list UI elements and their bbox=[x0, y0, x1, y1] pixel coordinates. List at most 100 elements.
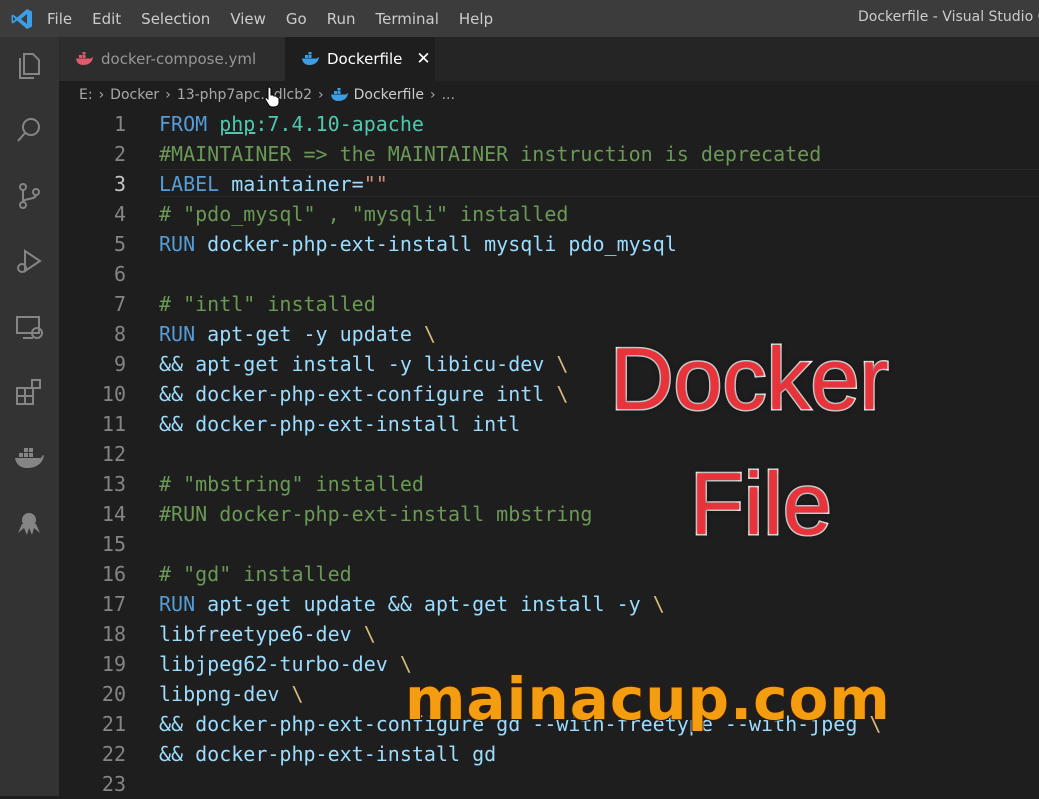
line-number: 15 bbox=[101, 532, 126, 556]
code-token: #RUN docker-php-ext-install mbstring bbox=[159, 502, 593, 526]
remote-explorer-icon[interactable] bbox=[13, 311, 45, 343]
line-number: 23 bbox=[101, 772, 126, 796]
octopus-icon[interactable] bbox=[13, 507, 45, 539]
code-line[interactable]: 18 libfreetype6-dev \ bbox=[59, 619, 1039, 649]
docker-compose-icon bbox=[76, 52, 93, 65]
line-number: 5 bbox=[113, 232, 126, 256]
code-text: FROM php:7.4.10-apache bbox=[159, 109, 424, 139]
breadcrumb-current-label: Dockerfile bbox=[353, 87, 424, 103]
code-line[interactable]: 1 FROM php:7.4.10-apache bbox=[59, 109, 1039, 139]
line-number: 11 bbox=[101, 412, 126, 436]
code-token: # "pdo_mysql" , "mysqli" installed bbox=[159, 202, 569, 226]
code-line[interactable]: 4 # "pdo_mysql" , "mysqli" installed bbox=[59, 199, 1039, 229]
search-icon[interactable] bbox=[13, 114, 45, 146]
line-number: 7 bbox=[113, 292, 126, 316]
code-line[interactable]: 2 #MAINTAINER => the MAINTAINER instructi… bbox=[59, 139, 1039, 169]
line-number: 10 bbox=[101, 382, 126, 406]
line-number: 14 bbox=[101, 502, 126, 526]
extensions-icon[interactable] bbox=[13, 376, 45, 408]
title-bar: File Edit Selection View Go Run Terminal… bbox=[0, 0, 1039, 37]
code-text: # "intl" installed bbox=[159, 289, 376, 319]
breadcrumb-item-current[interactable]: Dockerfile bbox=[330, 87, 424, 103]
code-token: \ bbox=[556, 352, 569, 376]
code-token: && docker-php-ext-configure intl bbox=[159, 382, 557, 406]
code-line[interactable]: 5 RUN docker-php-ext-install mysqli pdo_m… bbox=[59, 229, 1039, 259]
code-line[interactable]: 11 && docker-php-ext-install intl bbox=[59, 409, 1039, 439]
line-number: 3 bbox=[113, 172, 126, 196]
code-token: apt-get -y update bbox=[207, 322, 424, 346]
line-number: 19 bbox=[101, 652, 126, 676]
tab-docker-compose[interactable]: docker-compose.yml bbox=[59, 37, 285, 81]
line-number: 13 bbox=[101, 472, 126, 496]
line-number: 17 bbox=[101, 592, 126, 616]
overlay-title-docker: Docker bbox=[609, 329, 891, 428]
menu-file[interactable]: File bbox=[42, 10, 77, 28]
code-token: "" bbox=[363, 172, 388, 196]
docker-icon[interactable] bbox=[13, 441, 45, 473]
code-token: RUN bbox=[159, 322, 208, 346]
line-number: 6 bbox=[113, 262, 126, 286]
code-token: RUN bbox=[159, 592, 208, 616]
menu-edit[interactable]: Edit bbox=[87, 10, 126, 28]
line-number: 12 bbox=[101, 442, 126, 466]
docker-icon bbox=[330, 88, 348, 101]
tab-dockerfile[interactable]: Dockerfile ✕ bbox=[285, 37, 435, 81]
menu-help[interactable]: Help bbox=[454, 10, 498, 28]
code-text: && apt-get install -y libicu-dev \ bbox=[159, 349, 568, 379]
breadcrumb-item-drive[interactable]: E: bbox=[79, 87, 93, 103]
menu-terminal[interactable]: Terminal bbox=[371, 10, 444, 28]
code-line[interactable]: 17 RUN apt-get update && apt-get install … bbox=[59, 589, 1039, 619]
code-token: \ bbox=[652, 592, 665, 616]
code-token: libpng-dev bbox=[159, 682, 292, 706]
breadcrumb-item-docker[interactable]: Docker bbox=[110, 87, 159, 103]
code-token: apt-get update && apt-get install -y bbox=[207, 592, 653, 616]
code-line[interactable]: 8 RUN apt-get -y update \ bbox=[59, 319, 1039, 349]
code-token: docker-php-ext-install mysqli pdo_mysql bbox=[207, 232, 677, 256]
menu-run[interactable]: Run bbox=[322, 10, 361, 28]
code-line[interactable]: 10 && docker-php-ext-configure intl \ bbox=[59, 379, 1039, 409]
docker-icon bbox=[302, 52, 319, 65]
breadcrumb-ellipsis[interactable]: ... bbox=[442, 87, 455, 103]
code-line[interactable]: 13 # "mbstring" installed bbox=[59, 469, 1039, 499]
code-token: \ bbox=[363, 622, 376, 646]
line-number: 1 bbox=[113, 112, 126, 136]
code-token: libjpeg62-turbo-dev bbox=[159, 652, 400, 676]
code-line[interactable]: 6 bbox=[59, 259, 1039, 289]
code-text: LABEL maintainer="" bbox=[159, 169, 388, 199]
code-token: \ bbox=[291, 682, 304, 706]
line-number: 8 bbox=[113, 322, 126, 346]
menu-bar: File Edit Selection View Go Run Terminal… bbox=[42, 0, 508, 37]
code-text: #RUN docker-php-ext-install mbstring bbox=[159, 499, 592, 529]
menu-view[interactable]: View bbox=[225, 10, 271, 28]
code-text: RUN apt-get update && apt-get install -y… bbox=[159, 589, 665, 619]
code-text: && docker-php-ext-configure intl \ bbox=[159, 379, 568, 409]
run-debug-icon[interactable] bbox=[13, 245, 45, 277]
close-icon[interactable]: ✕ bbox=[416, 49, 430, 69]
code-line[interactable]: 14 #RUN docker-php-ext-install mbstring bbox=[59, 499, 1039, 529]
menu-selection[interactable]: Selection bbox=[136, 10, 215, 28]
code-line[interactable]: 16 # "gd" installed bbox=[59, 559, 1039, 589]
code-text: RUN apt-get -y update \ bbox=[159, 319, 436, 349]
code-token: maintainer= bbox=[231, 172, 364, 196]
files-icon[interactable] bbox=[13, 49, 45, 81]
code-token: #MAINTAINER => the MAINTAINER instructio… bbox=[159, 142, 822, 166]
code-line[interactable]: 22 && docker-php-ext-install gd bbox=[59, 739, 1039, 769]
overlay-watermark: mainacup.com bbox=[404, 665, 891, 733]
code-line[interactable]: 3 LABEL maintainer="" bbox=[59, 169, 1039, 199]
menu-go[interactable]: Go bbox=[281, 10, 312, 28]
breadcrumb-item-folder[interactable]: 13-php7apc...dlcb2 bbox=[177, 87, 312, 103]
tab-label: docker-compose.yml bbox=[101, 50, 257, 68]
line-number: 9 bbox=[113, 352, 126, 376]
code-line[interactable]: 7 # "intl" installed bbox=[59, 289, 1039, 319]
code-text: RUN docker-php-ext-install mysqli pdo_my… bbox=[159, 229, 677, 259]
source-control-icon[interactable] bbox=[13, 180, 45, 212]
chevron-right-icon: › bbox=[165, 87, 171, 103]
code-line[interactable]: 23 bbox=[59, 769, 1039, 799]
chevron-right-icon: › bbox=[318, 87, 324, 103]
code-text: libfreetype6-dev \ bbox=[159, 619, 376, 649]
code-text: libpng-dev \ bbox=[159, 679, 304, 709]
code-line[interactable]: 12 bbox=[59, 439, 1039, 469]
tab-label: Dockerfile bbox=[327, 50, 403, 68]
code-line[interactable]: 9 && apt-get install -y libicu-dev \ bbox=[59, 349, 1039, 379]
code-line[interactable]: 15 bbox=[59, 529, 1039, 559]
